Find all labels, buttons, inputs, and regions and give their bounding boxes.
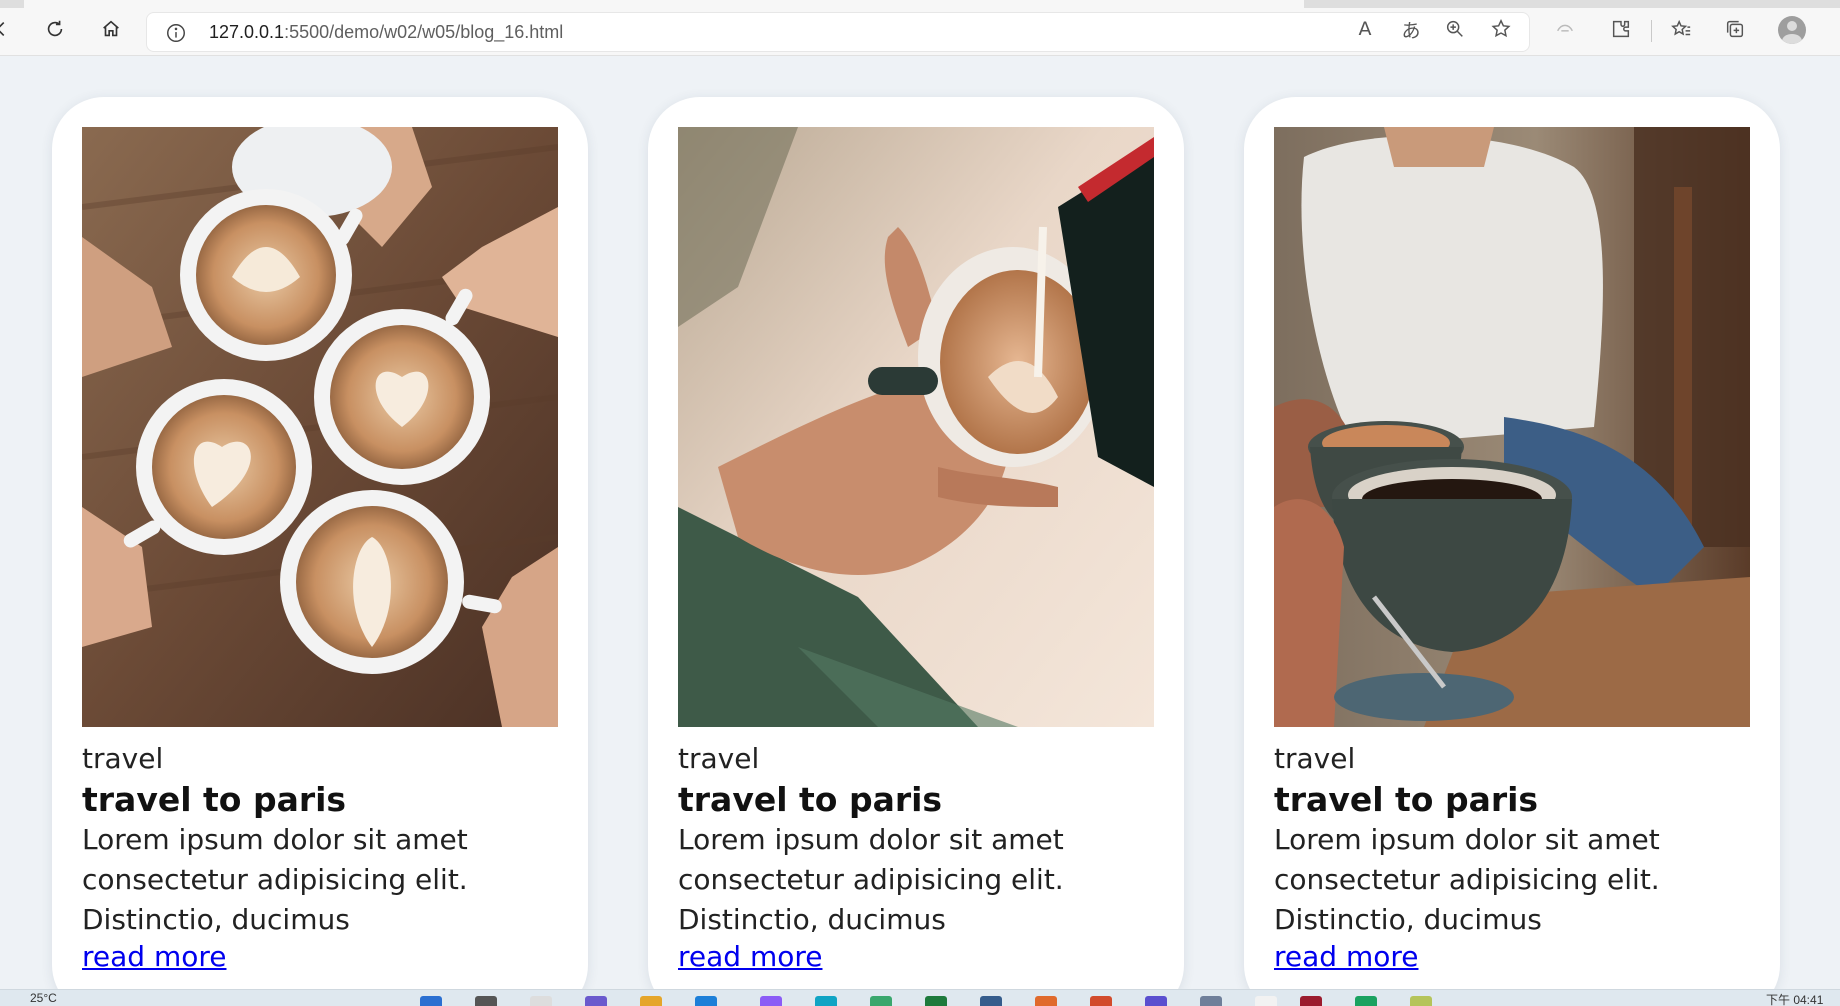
read-more-link[interactable]: read more	[678, 940, 822, 973]
extensions-icon[interactable]	[1606, 14, 1636, 44]
blog-card: travel travel to paris Lorem ipsum dolor…	[52, 97, 588, 1006]
file-explorer-icon[interactable]	[640, 996, 662, 1006]
taskbar-app-icon[interactable]	[1090, 996, 1112, 1006]
search-icon[interactable]	[475, 996, 497, 1006]
copilot-icon[interactable]	[1550, 14, 1580, 44]
tab-strip-edge	[0, 0, 1840, 8]
taskbar-app-icon[interactable]	[1035, 996, 1057, 1006]
taskbar-app-icon[interactable]	[1355, 996, 1377, 1006]
read-aloud-icon[interactable]: A	[1350, 14, 1380, 44]
address-bar[interactable]: 127.0.0.1:5500/demo/w02/w05/blog_16.html	[146, 12, 1530, 52]
profile-icon[interactable]	[1778, 16, 1806, 44]
taskbar-app-icon[interactable]	[870, 996, 892, 1006]
taskbar-app-icon[interactable]	[980, 996, 1002, 1006]
url-host: 127.0.0.1	[209, 22, 285, 42]
taskbar-app-icon[interactable]	[760, 996, 782, 1006]
weather-text: 25°C	[30, 991, 57, 1005]
read-more-link[interactable]: read more	[82, 940, 226, 973]
excel-icon[interactable]	[925, 996, 947, 1006]
card-category: travel	[678, 742, 760, 775]
zoom-icon[interactable]	[1440, 14, 1470, 44]
edge-icon[interactable]	[815, 996, 837, 1006]
pouring-milk-photo	[678, 127, 1154, 727]
start-icon[interactable]	[420, 996, 442, 1006]
collections-icon[interactable]	[1720, 14, 1750, 44]
favorites-icon[interactable]	[1666, 14, 1696, 44]
taskbar-app-icon[interactable]	[1300, 996, 1322, 1006]
taskbar-app-icon[interactable]	[1145, 996, 1167, 1006]
back-icon[interactable]	[0, 14, 16, 44]
read-more-link[interactable]: read more	[1274, 940, 1418, 973]
coffee-toast-photo	[1274, 127, 1750, 727]
clock-text: 下午 04:41	[1766, 993, 1824, 1006]
taskbar-app-icon[interactable]	[1255, 996, 1277, 1006]
taskbar-app-icon[interactable]	[585, 996, 607, 1006]
card-title: travel to paris	[82, 780, 347, 819]
card-body: Lorem ipsum dolor sit amet consectetur a…	[1274, 823, 1660, 936]
url-path: :5500/demo/w02/w05/blog_16.html	[284, 22, 564, 42]
task-view-icon[interactable]	[530, 996, 552, 1006]
translate-icon[interactable]: あ	[1396, 14, 1426, 44]
taskbar-app-icon[interactable]	[695, 996, 717, 1006]
card-title: travel to paris	[678, 780, 943, 819]
card-category: travel	[82, 742, 164, 775]
taskbar-app-icon[interactable]	[1200, 996, 1222, 1006]
card-body: Lorem ipsum dolor sit amet consectetur a…	[82, 823, 468, 936]
url-text: 127.0.0.1:5500/demo/w02/w05/blog_16.html	[209, 22, 563, 43]
refresh-icon[interactable]	[40, 14, 70, 44]
os-taskbar: 25°C 下午 04:41	[0, 989, 1840, 1006]
card-body: Lorem ipsum dolor sit amet consectetur a…	[678, 823, 1064, 936]
browser-toolbar: 127.0.0.1:5500/demo/w02/w05/blog_16.html…	[0, 0, 1840, 56]
latte-art-cups-photo	[82, 127, 558, 727]
blog-card: travel travel to paris Lorem ipsum dolor…	[1244, 97, 1780, 1006]
taskbar-app-icon[interactable]	[1410, 996, 1432, 1006]
card-title: travel to paris	[1274, 780, 1539, 819]
home-icon[interactable]	[96, 14, 126, 44]
toolbar-divider	[1651, 20, 1652, 42]
blog-card: travel travel to paris Lorem ipsum dolor…	[648, 97, 1184, 1006]
site-info-icon[interactable]	[165, 22, 187, 44]
card-category: travel	[1274, 742, 1356, 775]
favorite-add-icon[interactable]	[1486, 14, 1516, 44]
blog-page: travel travel to paris Lorem ipsum dolor…	[0, 57, 1840, 1006]
